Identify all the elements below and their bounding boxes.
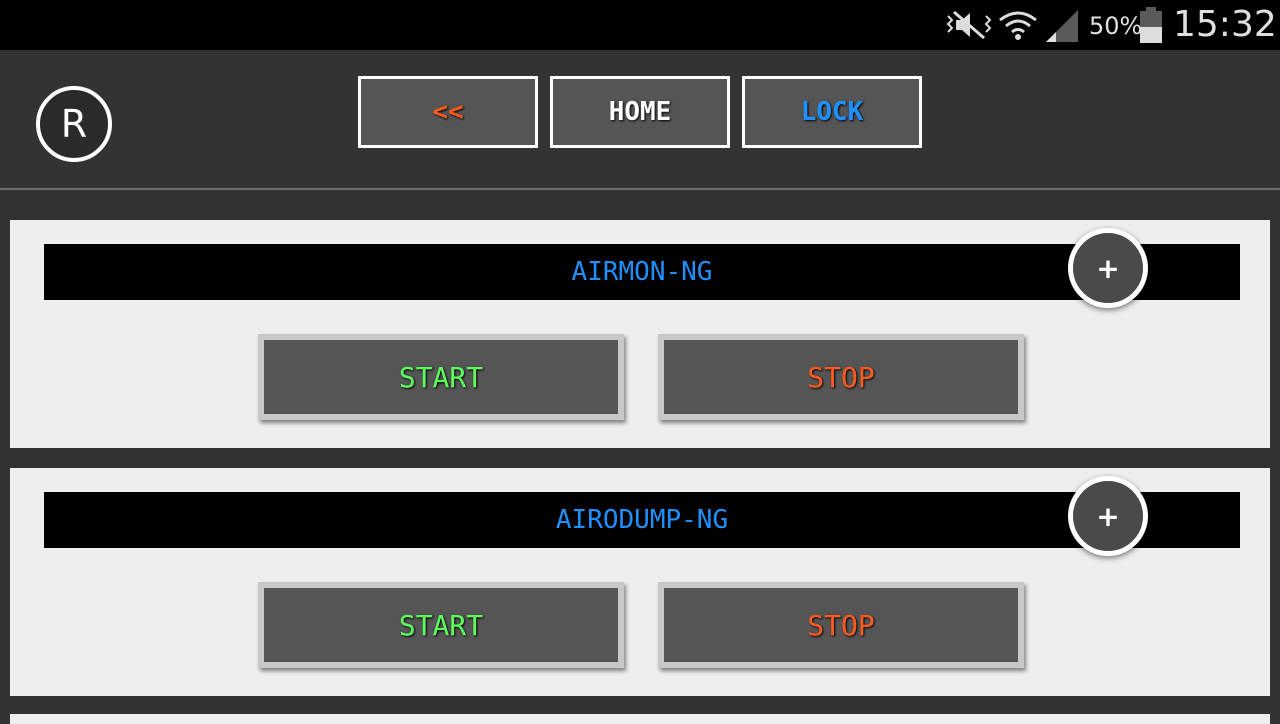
status-bar: 50% 15:32: [0, 0, 1280, 50]
wifi-icon: [998, 8, 1038, 48]
mute-vibrate-icon: [946, 8, 994, 46]
battery-icon: [1139, 6, 1163, 48]
stop-button[interactable]: STOP: [658, 582, 1024, 668]
start-button[interactable]: START: [258, 334, 624, 420]
home-button[interactable]: HOME: [550, 76, 730, 148]
top-toolbar: R << HOME LOCK: [0, 50, 1280, 190]
lock-button[interactable]: LOCK: [742, 76, 922, 148]
start-button[interactable]: START: [258, 582, 624, 668]
card-title: AIRMON-NG: [44, 244, 1240, 300]
clock: 15:32: [1173, 4, 1277, 45]
tool-card-airodump: AIRODUMP-NG + START STOP: [10, 468, 1270, 696]
battery-percent: 50%: [1089, 12, 1143, 40]
add-button[interactable]: +: [1068, 476, 1148, 556]
back-button[interactable]: <<: [358, 76, 538, 148]
stop-button[interactable]: STOP: [658, 334, 1024, 420]
cell-signal-icon: [1044, 8, 1080, 48]
app-logo[interactable]: R: [36, 86, 112, 162]
next-card-peek: [10, 714, 1270, 724]
tool-card-airmon: AIRMON-NG + START STOP: [10, 220, 1270, 448]
card-title: AIRODUMP-NG: [44, 492, 1240, 548]
add-button[interactable]: +: [1068, 228, 1148, 308]
